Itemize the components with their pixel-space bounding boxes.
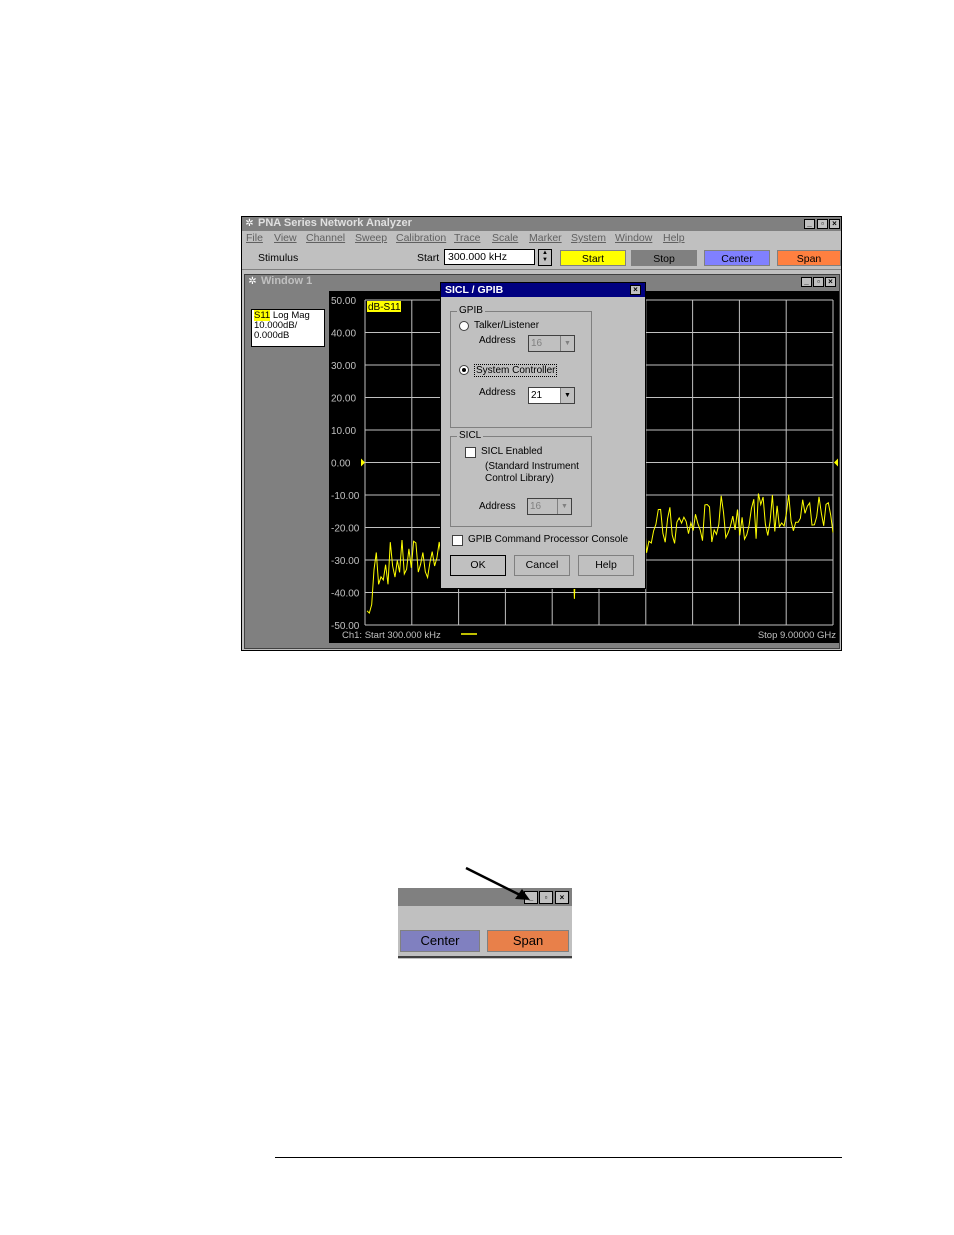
menu-scale[interactable]: Scale bbox=[492, 232, 518, 244]
system-controller-label: System Controller bbox=[474, 364, 558, 377]
inset-center-button[interactable]: Center bbox=[400, 930, 480, 952]
y-tick-label: -30.00 bbox=[331, 556, 360, 567]
pointer-arrow-icon bbox=[465, 866, 530, 900]
footer-stop-label: Stop 9.00000 GHz bbox=[758, 630, 836, 641]
menu-calibration[interactable]: Calibration bbox=[396, 232, 446, 244]
cancel-button[interactable]: Cancel bbox=[514, 555, 570, 576]
ok-button[interactable]: OK bbox=[450, 555, 506, 576]
inset-close-icon[interactable]: × bbox=[555, 891, 569, 904]
y-tick-label: 50.00 bbox=[331, 296, 356, 307]
restore-icon[interactable]: ▫ bbox=[817, 219, 828, 229]
controller-address-value: 21 bbox=[531, 390, 543, 401]
start-spinner[interactable]: ▲ ▼ bbox=[538, 249, 552, 266]
sicl-group-label: SICL bbox=[457, 430, 484, 441]
menu-channel[interactable]: Channel bbox=[306, 232, 345, 244]
menu-sweep[interactable]: Sweep bbox=[355, 232, 387, 244]
menu-system[interactable]: System bbox=[571, 232, 606, 244]
span-button[interactable]: Span bbox=[777, 250, 841, 266]
menu-bar: File View Channel Sweep Calibration Trac… bbox=[242, 231, 841, 246]
footer-rule bbox=[275, 1157, 842, 1158]
talker-listener-label: Talker/Listener bbox=[474, 320, 540, 331]
talker-address-value: 16 bbox=[531, 338, 543, 349]
y-tick-label: 30.00 bbox=[331, 361, 356, 372]
y-tick-label: 0.00 bbox=[331, 459, 351, 470]
system-controller-radio[interactable] bbox=[459, 365, 469, 375]
minimize-icon[interactable]: _ bbox=[804, 219, 815, 229]
menu-trace[interactable]: Trace bbox=[454, 232, 480, 244]
menu-help[interactable]: Help bbox=[663, 232, 685, 244]
sicl-address-value: 16 bbox=[530, 501, 542, 512]
reference-marker-right bbox=[834, 458, 838, 467]
reference-marker-left bbox=[361, 458, 365, 467]
sicl-desc-line2: Control Library) bbox=[485, 473, 554, 484]
menu-file[interactable]: File bbox=[246, 232, 263, 244]
menu-window[interactable]: Window bbox=[615, 232, 652, 244]
sicl-enabled-label: SICL Enabled bbox=[481, 446, 543, 457]
gpib-console-checkbox[interactable] bbox=[452, 535, 463, 546]
window-icon: ✲ bbox=[248, 276, 257, 287]
center-button[interactable]: Center bbox=[704, 250, 770, 266]
window-restore-icon[interactable]: ▫ bbox=[813, 277, 824, 287]
footer-start-label: Ch1: Start 300.000 kHz bbox=[342, 630, 441, 641]
menu-view[interactable]: View bbox=[274, 232, 297, 244]
sicl-gpib-dialog: SICL / GPIB × GPIB Talker/Listener Addre… bbox=[440, 282, 646, 589]
window-minimize-icon[interactable]: _ bbox=[801, 277, 812, 287]
gpib-console-label: GPIB Command Processor Console bbox=[468, 534, 629, 545]
dialog-titlebar: SICL / GPIB × bbox=[441, 283, 645, 297]
start-frequency-input[interactable]: 300.000 kHz bbox=[444, 249, 535, 265]
y-tick-label: 40.00 bbox=[331, 329, 356, 340]
start-label: Start bbox=[417, 252, 440, 264]
stop-button[interactable]: Stop bbox=[631, 250, 697, 266]
sicl-address-label: Address bbox=[479, 501, 516, 512]
y-tick-label: 20.00 bbox=[331, 394, 356, 405]
trace-ref: 0.000dB bbox=[254, 330, 290, 341]
help-button[interactable]: Help bbox=[578, 555, 634, 576]
dialog-close-icon[interactable]: × bbox=[630, 285, 641, 295]
trace-label[interactable]: S11 Log Mag 10.000dB/ 0.000dB bbox=[251, 309, 325, 347]
close-icon[interactable]: × bbox=[829, 219, 840, 229]
talker-address-select: 16 ▼ bbox=[528, 335, 575, 352]
gpib-group-label: GPIB bbox=[457, 305, 485, 316]
sicl-enabled-checkbox[interactable] bbox=[465, 447, 476, 458]
window-close-icon[interactable]: × bbox=[825, 277, 836, 287]
y-tick-label: -40.00 bbox=[331, 589, 360, 600]
window-title: Window 1 bbox=[261, 275, 313, 287]
stimulus-label: Stimulus bbox=[258, 252, 299, 264]
dialog-title: SICL / GPIB bbox=[445, 284, 504, 296]
chevron-down-icon: ▼ bbox=[557, 499, 571, 514]
stimulus-toolbar: Stimulus Start 300.000 kHz ▲ ▼ Start Stop… bbox=[242, 246, 841, 270]
start-button[interactable]: Start bbox=[560, 250, 626, 266]
marker-tag: dB-S11 bbox=[368, 302, 401, 313]
chevron-down-icon[interactable]: ▼ bbox=[560, 388, 574, 403]
talker-address-label: Address bbox=[479, 335, 516, 346]
trace-panel: S11 Log Mag 10.000dB/ 0.000dB bbox=[248, 291, 328, 643]
y-tick-label: -10.00 bbox=[331, 491, 360, 502]
chevron-down-icon: ▼ bbox=[560, 336, 574, 351]
y-tick-label: 10.00 bbox=[331, 426, 356, 437]
app-title: PNA Series Network Analyzer bbox=[258, 217, 412, 229]
inset-span-button[interactable]: Span bbox=[487, 930, 569, 952]
sicl-desc-line1: (Standard Instrument bbox=[485, 461, 579, 472]
y-tick-label: -20.00 bbox=[331, 524, 360, 535]
controller-address-label: Address bbox=[479, 387, 516, 398]
app-icon: ✲ bbox=[245, 218, 254, 229]
menu-marker[interactable]: Marker bbox=[529, 232, 562, 244]
talker-listener-radio[interactable] bbox=[459, 321, 469, 331]
app-titlebar: ✲ PNA Series Network Analyzer _ ▫ × bbox=[242, 217, 841, 231]
inset-restore-icon[interactable]: ▫ bbox=[539, 891, 553, 904]
inset-bottom-border bbox=[398, 956, 572, 958]
sicl-address-select: 16 ▼ bbox=[527, 498, 572, 515]
controller-address-select[interactable]: 21 ▼ bbox=[528, 387, 575, 404]
